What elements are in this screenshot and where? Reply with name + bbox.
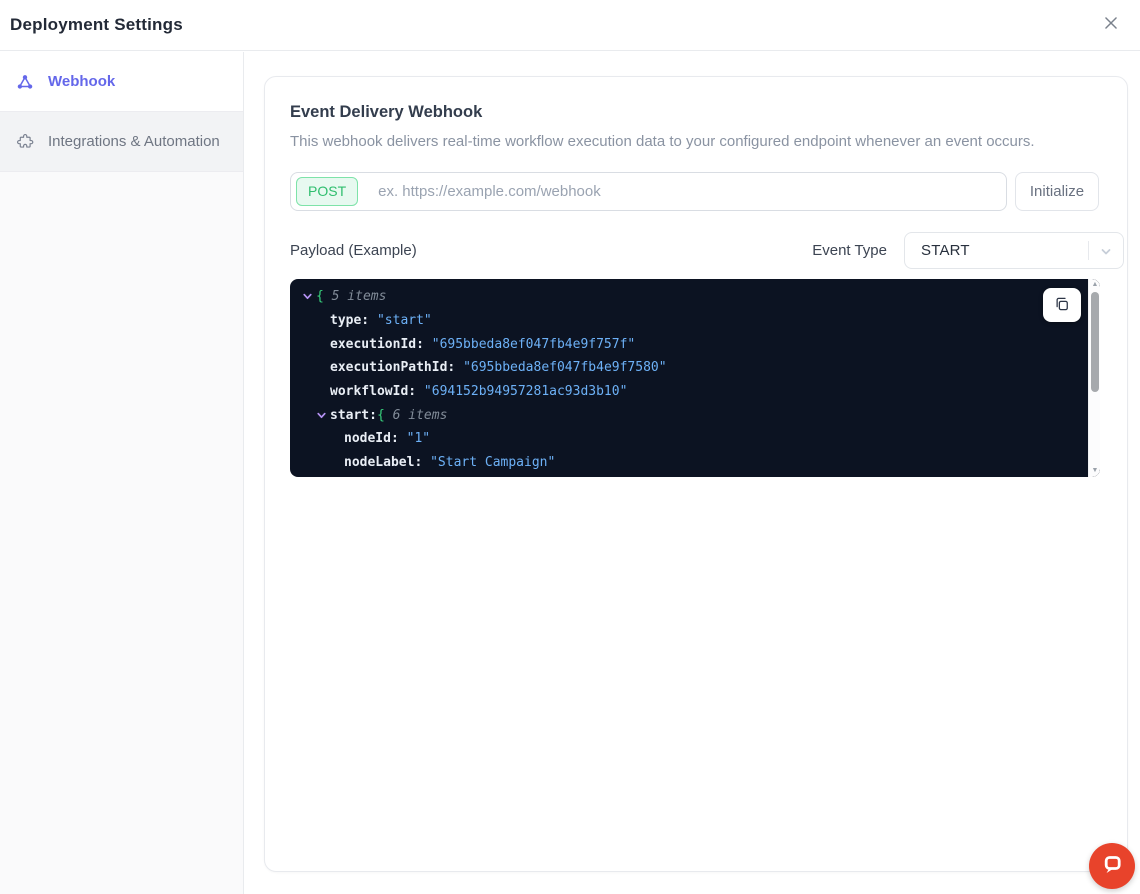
sidebar-item-label: Webhook — [48, 73, 116, 90]
event-type-label: Event Type — [812, 242, 887, 259]
initialize-button[interactable]: Initialize — [1015, 172, 1099, 211]
copy-icon — [1053, 295, 1071, 316]
chat-launcher-button[interactable] — [1089, 843, 1135, 889]
sidebar-item-webhook[interactable]: Webhook — [0, 52, 243, 112]
payload-row: Payload (Example) Event Type START — [290, 232, 1124, 269]
scroll-down-arrow[interactable]: ▼ — [1089, 466, 1100, 476]
code-line: type: "start" — [330, 313, 432, 329]
code-line: executionPathId: "695bbeda8ef047fb4e9f75… — [330, 360, 667, 376]
select-divider — [1088, 241, 1089, 260]
event-type-value: START — [921, 242, 970, 259]
webhook-icon — [15, 72, 35, 92]
code-line: workflowId: "694152b94957281ac93d3b10" — [330, 384, 628, 400]
chat-bubble-icon — [1098, 850, 1126, 883]
section-title: Event Delivery Webhook — [290, 103, 483, 121]
webhook-url-field[interactable]: POST — [290, 172, 1007, 211]
sidebar-item-integrations[interactable]: Integrations & Automation — [0, 112, 243, 172]
chevron-down-icon — [1098, 244, 1114, 265]
collapse-chevron-icon[interactable] — [316, 410, 330, 421]
code-line: start:{ 6 items — [290, 403, 1100, 427]
settings-card: Event Delivery Webhook This webhook deli… — [264, 76, 1128, 872]
payload-code-block: { 5 items type: "start" executionId: "695b… — [290, 279, 1100, 477]
event-type-select[interactable]: START — [904, 232, 1124, 269]
page-title: Deployment Settings — [10, 15, 183, 34]
sidebar: Webhook Integrations & Automation — [0, 52, 244, 894]
code-line: nodeLabel: "Start Campaign" — [344, 455, 556, 471]
code-lines: { 5 items type: "start" executionId: "695b… — [290, 279, 1100, 475]
code-scrollbar[interactable]: ▲ ▼ — [1088, 279, 1100, 477]
close-button[interactable] — [1096, 10, 1126, 40]
close-icon — [1100, 12, 1122, 39]
scrollbar-thumb[interactable] — [1091, 292, 1099, 392]
sidebar-item-label: Integrations & Automation — [48, 133, 220, 150]
code-line: { 5 items — [290, 285, 1100, 309]
puzzle-icon — [15, 132, 35, 152]
webhook-url-input[interactable] — [358, 173, 1006, 210]
payload-label: Payload (Example) — [290, 242, 417, 259]
code-line: executionId: "695bbeda8ef047fb4e9f757f" — [330, 336, 636, 352]
header: Deployment Settings — [0, 0, 1140, 51]
code-line: nodeId: "1" — [344, 431, 431, 447]
webhook-url-row: POST Initialize — [290, 172, 1124, 211]
copy-button[interactable] — [1043, 288, 1081, 322]
collapse-chevron-icon[interactable] — [302, 291, 316, 302]
section-description: This webhook delivers real-time workflow… — [290, 133, 1035, 150]
method-badge: POST — [296, 177, 359, 206]
scroll-up-arrow[interactable]: ▲ — [1089, 280, 1100, 290]
